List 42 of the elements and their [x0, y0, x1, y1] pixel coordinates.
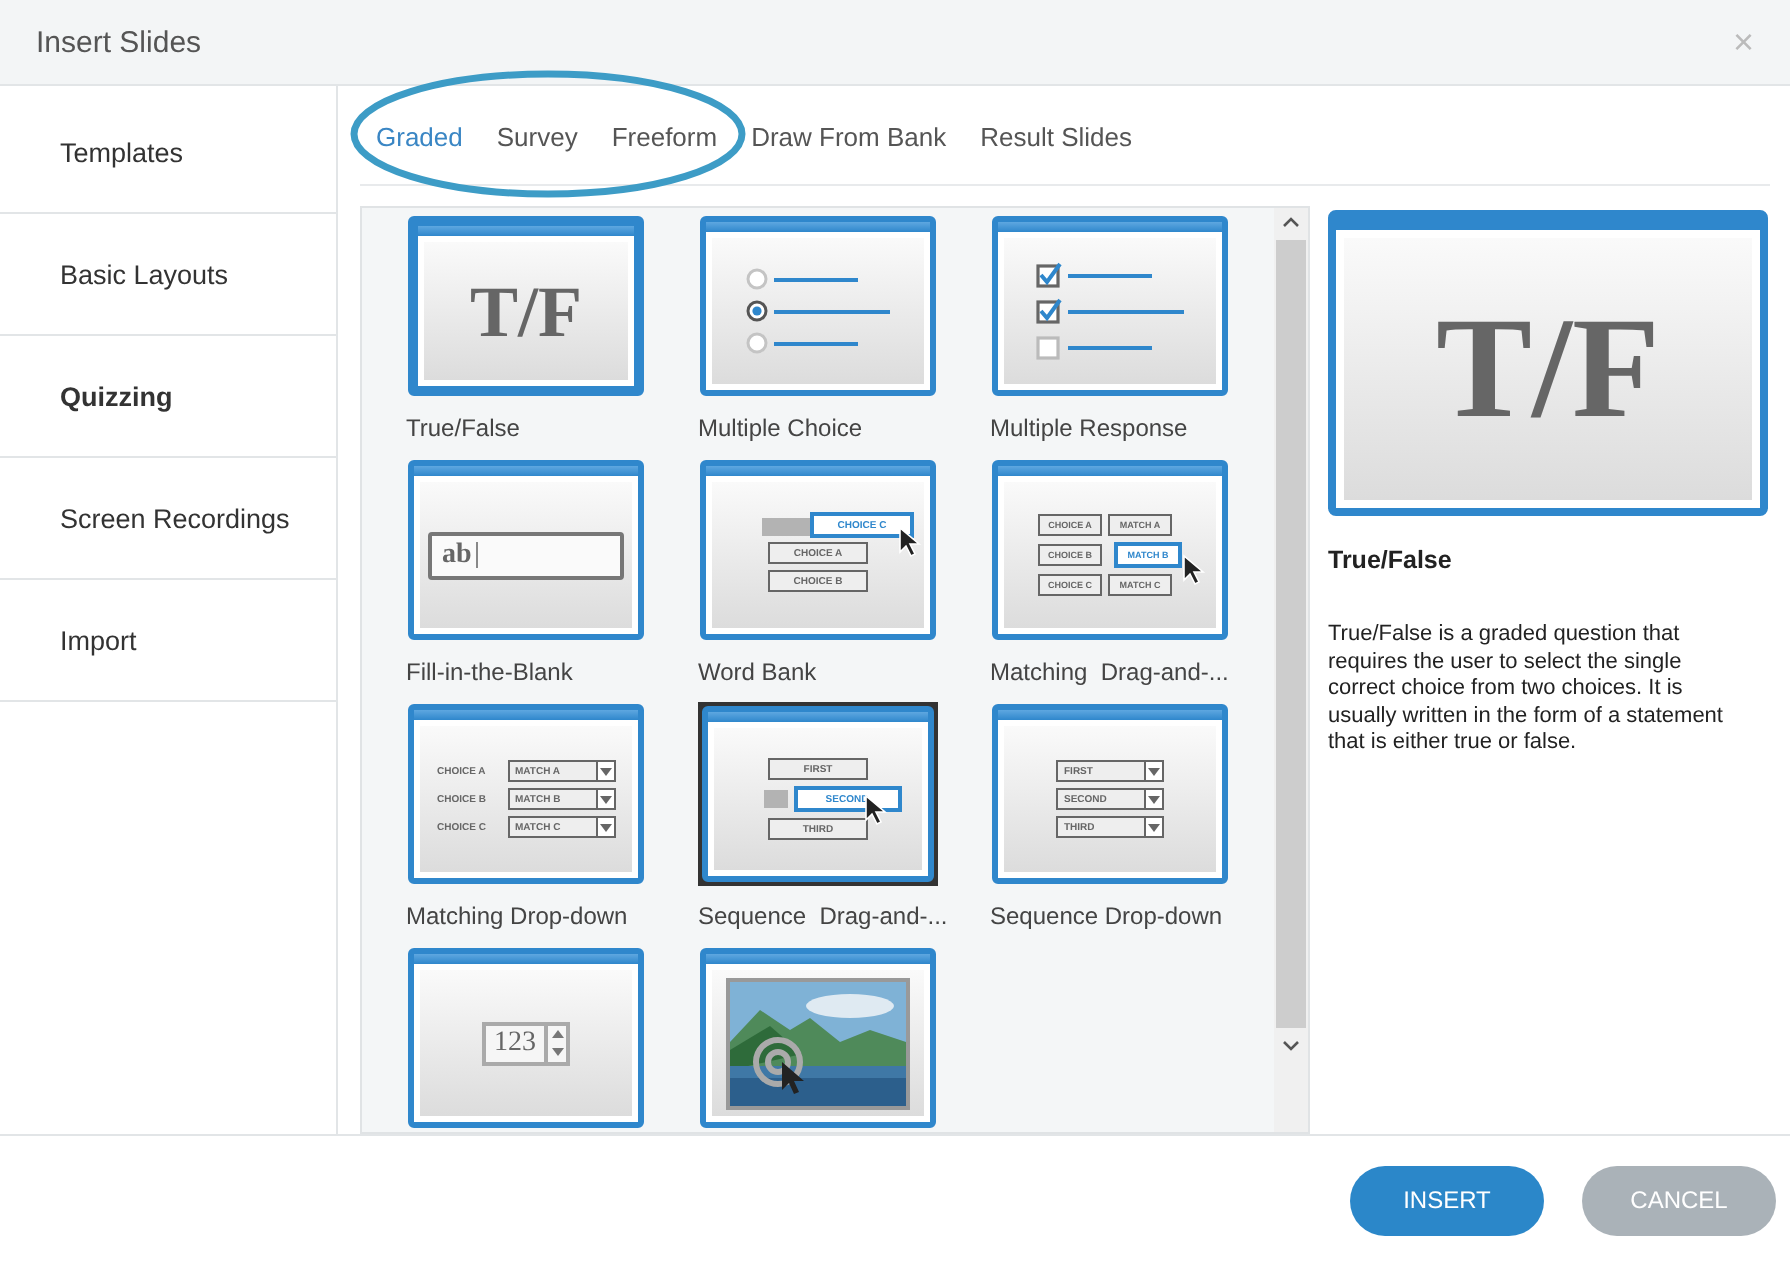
slide-label: True/False [406, 414, 522, 442]
insert-button[interactable]: INSERT [1350, 1165, 1544, 1235]
line-icon [774, 309, 890, 313]
thumbnail-text: T/F [469, 269, 582, 353]
slide-label: Multiple Response [990, 414, 1190, 442]
sidebar-item[interactable]: Import [0, 580, 336, 702]
slide-label: Multiple Choice [698, 414, 865, 442]
slide-label: Sequence Drop-down [990, 902, 1225, 930]
sidebar-item[interactable]: Templates [0, 92, 336, 214]
slide-thumbnail[interactable] [990, 214, 1230, 398]
line-icon [1068, 345, 1152, 349]
tab[interactable]: Draw From Bank [751, 122, 947, 152]
preview-title: True/False [1328, 546, 1454, 574]
sidebar-item[interactable]: Screen Recordings [0, 458, 336, 580]
line-icon [1068, 309, 1184, 313]
text-field-drawing: ab [428, 531, 624, 579]
cursor-icon [898, 526, 922, 558]
slide-label: Matching Drop-down [406, 902, 630, 930]
number-field-drawing: 123 [482, 1021, 570, 1065]
sidebar-item[interactable]: Basic Layouts [0, 214, 336, 336]
drop-slot [763, 790, 787, 808]
line-icon [774, 277, 858, 281]
window-title: Insert Slides [36, 25, 202, 59]
slide-label: Word Bank [698, 658, 819, 686]
slide-thumbnail[interactable]: T/F [406, 214, 646, 398]
preview-description: True/False is a graded question that requires the user to select the single correct choice from two choices. It is usually written in the form of a statement that is either true or false. [1328, 622, 1725, 757]
slide-thumbnail[interactable]: 123 [406, 946, 646, 1130]
slide-thumbnail[interactable] [698, 214, 938, 398]
cursor-icon [1182, 554, 1206, 586]
preview-text: T/F [1435, 286, 1660, 452]
line-icon [1068, 273, 1152, 277]
tab[interactable]: Survey [496, 122, 578, 152]
tab[interactable]: Freeform [611, 122, 718, 152]
sidebar-item[interactable]: Quizzing [0, 336, 336, 458]
tab[interactable]: Graded [376, 122, 463, 152]
scrollbar[interactable] [1274, 208, 1308, 1132]
slide-thumbnail[interactable] [698, 946, 938, 1130]
slide-thumbnail[interactable]: ab [406, 458, 646, 642]
tab[interactable]: Result Slides [980, 122, 1132, 152]
slide-label: Matching Drag-and-... [990, 658, 1230, 686]
line-icon [774, 341, 858, 345]
slide-label: Fill-in-the-Blank [406, 658, 575, 686]
